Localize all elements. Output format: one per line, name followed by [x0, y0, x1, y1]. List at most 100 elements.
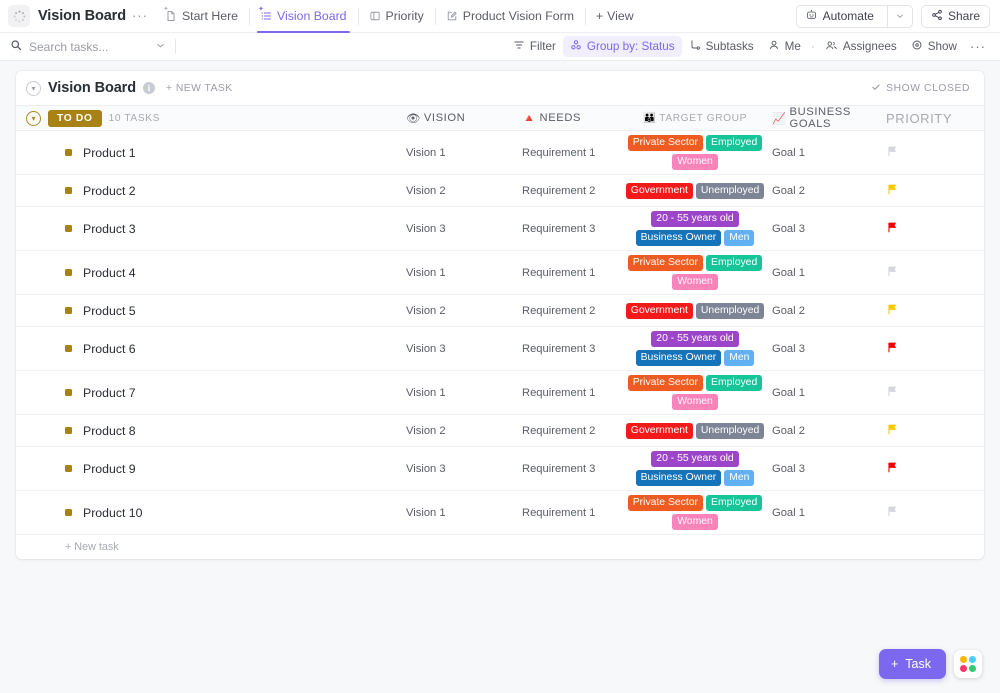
vision-cell[interactable]: Vision 1 [406, 267, 522, 279]
tag[interactable]: Men [724, 350, 754, 366]
needs-cell[interactable]: Requirement 3 [522, 223, 618, 235]
status-square-icon[interactable] [65, 465, 72, 472]
needs-cell[interactable]: Requirement 2 [522, 425, 618, 437]
target-group-cell[interactable]: GovernmentUnemployed [618, 299, 772, 323]
status-square-icon[interactable] [65, 427, 72, 434]
filter-button[interactable]: Filter [506, 36, 563, 57]
task-name-cell[interactable]: Product 5 [26, 304, 406, 318]
status-square-icon[interactable] [65, 307, 72, 314]
tag[interactable]: 20 - 55 years old [651, 331, 738, 347]
target-group-cell[interactable]: GovernmentUnemployed [618, 419, 772, 443]
tag[interactable]: 20 - 55 years old [651, 211, 738, 227]
needs-cell[interactable]: Requirement 3 [522, 463, 618, 475]
status-square-icon[interactable] [65, 345, 72, 352]
column-header-priority[interactable]: PRIORITY [886, 111, 984, 126]
tag[interactable]: Private Sector [628, 375, 703, 391]
table-row[interactable]: Product 7Vision 1Requirement 1Private Se… [16, 371, 984, 415]
priority-flag-icon[interactable] [886, 461, 984, 477]
table-row[interactable]: Product 5Vision 2Requirement 2Government… [16, 295, 984, 327]
subtasks-button[interactable]: Subtasks [682, 36, 761, 57]
priority-flag-icon[interactable] [886, 341, 984, 357]
business-goals-cell[interactable]: Goal 1 [772, 387, 886, 399]
priority-flag-icon[interactable] [886, 505, 984, 521]
table-row[interactable]: Product 3Vision 3Requirement 320 - 55 ye… [16, 207, 984, 251]
business-goals-cell[interactable]: Goal 3 [772, 463, 886, 475]
inline-new-task-button[interactable]: + New task [16, 535, 984, 559]
target-group-cell[interactable]: Private SectorEmployedWomen [618, 371, 772, 414]
priority-flag-icon[interactable] [886, 183, 984, 199]
table-row[interactable]: Product 8Vision 2Requirement 2Government… [16, 415, 984, 447]
priority-flag-icon[interactable] [886, 423, 984, 439]
priority-flag-icon[interactable] [886, 303, 984, 319]
chevron-down-icon[interactable] [155, 40, 166, 54]
tag[interactable]: Men [724, 470, 754, 486]
target-group-cell[interactable]: Private SectorEmployedWomen [618, 131, 772, 174]
tag[interactable]: Women [672, 514, 718, 530]
column-header-business-goals[interactable]: 📈 BUSINESS GOALS [772, 106, 886, 130]
table-row[interactable]: Product 6Vision 3Requirement 320 - 55 ye… [16, 327, 984, 371]
tab-vision-board[interactable]: ✦ Vision Board [249, 0, 358, 33]
table-row[interactable]: Product 2Vision 2Requirement 2Government… [16, 175, 984, 207]
business-goals-cell[interactable]: Goal 1 [772, 267, 886, 279]
group-collapse-icon[interactable]: ▾ [26, 111, 41, 126]
task-name-cell[interactable]: Product 9 [26, 462, 406, 476]
task-name-cell[interactable]: Product 6 [26, 342, 406, 356]
needs-cell[interactable]: Requirement 1 [522, 267, 618, 279]
tag[interactable]: 20 - 55 years old [651, 451, 738, 467]
business-goals-cell[interactable]: Goal 3 [772, 343, 886, 355]
priority-flag-icon[interactable] [886, 385, 984, 401]
status-square-icon[interactable] [65, 187, 72, 194]
target-group-cell[interactable]: Private SectorEmployedWomen [618, 491, 772, 534]
vision-cell[interactable]: Vision 2 [406, 425, 522, 437]
show-closed-button[interactable]: SHOW CLOSED [871, 82, 970, 95]
business-goals-cell[interactable]: Goal 2 [772, 305, 886, 317]
status-square-icon[interactable] [65, 225, 72, 232]
tag[interactable]: Business Owner [636, 350, 722, 366]
status-square-icon[interactable] [65, 149, 72, 156]
task-name-cell[interactable]: Product 7 [26, 386, 406, 400]
tag[interactable]: Unemployed [696, 303, 764, 319]
vision-cell[interactable]: Vision 1 [406, 507, 522, 519]
table-row[interactable]: Product 10Vision 1Requirement 1Private S… [16, 491, 984, 535]
priority-flag-icon[interactable] [886, 221, 984, 237]
status-badge[interactable]: TO DO [48, 110, 102, 127]
add-view-button[interactable]: + View [585, 0, 645, 33]
vision-cell[interactable]: Vision 1 [406, 387, 522, 399]
create-task-fab[interactable]: + Task [879, 649, 946, 679]
tab-start-here[interactable]: ✦ Start Here [154, 0, 249, 33]
vision-cell[interactable]: Vision 1 [406, 147, 522, 159]
target-group-cell[interactable]: GovernmentUnemployed [618, 179, 772, 203]
task-name-cell[interactable]: Product 8 [26, 424, 406, 438]
tag[interactable]: Private Sector [628, 255, 703, 271]
target-group-cell[interactable]: Private SectorEmployedWomen [618, 251, 772, 294]
tag[interactable]: Government [626, 423, 693, 439]
column-header-needs[interactable]: 🔺 NEEDS [522, 112, 618, 125]
business-goals-cell[interactable]: Goal 3 [772, 223, 886, 235]
tag[interactable]: Government [626, 183, 693, 199]
search-input[interactable]: Search tasks... [10, 36, 166, 58]
tab-product-vision-form[interactable]: Product Vision Form [435, 0, 585, 33]
status-square-icon[interactable] [65, 509, 72, 516]
needs-cell[interactable]: Requirement 1 [522, 147, 618, 159]
tag[interactable]: Men [724, 230, 754, 246]
tab-priority[interactable]: Priority [358, 0, 435, 33]
info-icon[interactable]: i [143, 82, 155, 94]
column-header-vision[interactable]: 👁 VISION [406, 112, 522, 125]
priority-flag-icon[interactable] [886, 265, 984, 281]
tag[interactable]: Business Owner [636, 470, 722, 486]
needs-cell[interactable]: Requirement 1 [522, 507, 618, 519]
me-filter-button[interactable]: Me [761, 36, 808, 57]
chevron-down-icon[interactable] [887, 6, 912, 27]
needs-cell[interactable]: Requirement 2 [522, 185, 618, 197]
tag[interactable]: Business Owner [636, 230, 722, 246]
collapse-chevron-icon[interactable]: ▾ [26, 81, 41, 96]
needs-cell[interactable]: Requirement 1 [522, 387, 618, 399]
tag[interactable]: Employed [706, 135, 762, 151]
new-task-button[interactable]: + NEW TASK [166, 83, 233, 94]
tag[interactable]: Employed [706, 495, 762, 511]
tag[interactable]: Employed [706, 375, 762, 391]
tag[interactable]: Women [672, 274, 718, 290]
task-name-cell[interactable]: Product 4 [26, 266, 406, 280]
tag[interactable]: Government [626, 303, 693, 319]
assignees-button[interactable]: Assignees [818, 36, 904, 57]
